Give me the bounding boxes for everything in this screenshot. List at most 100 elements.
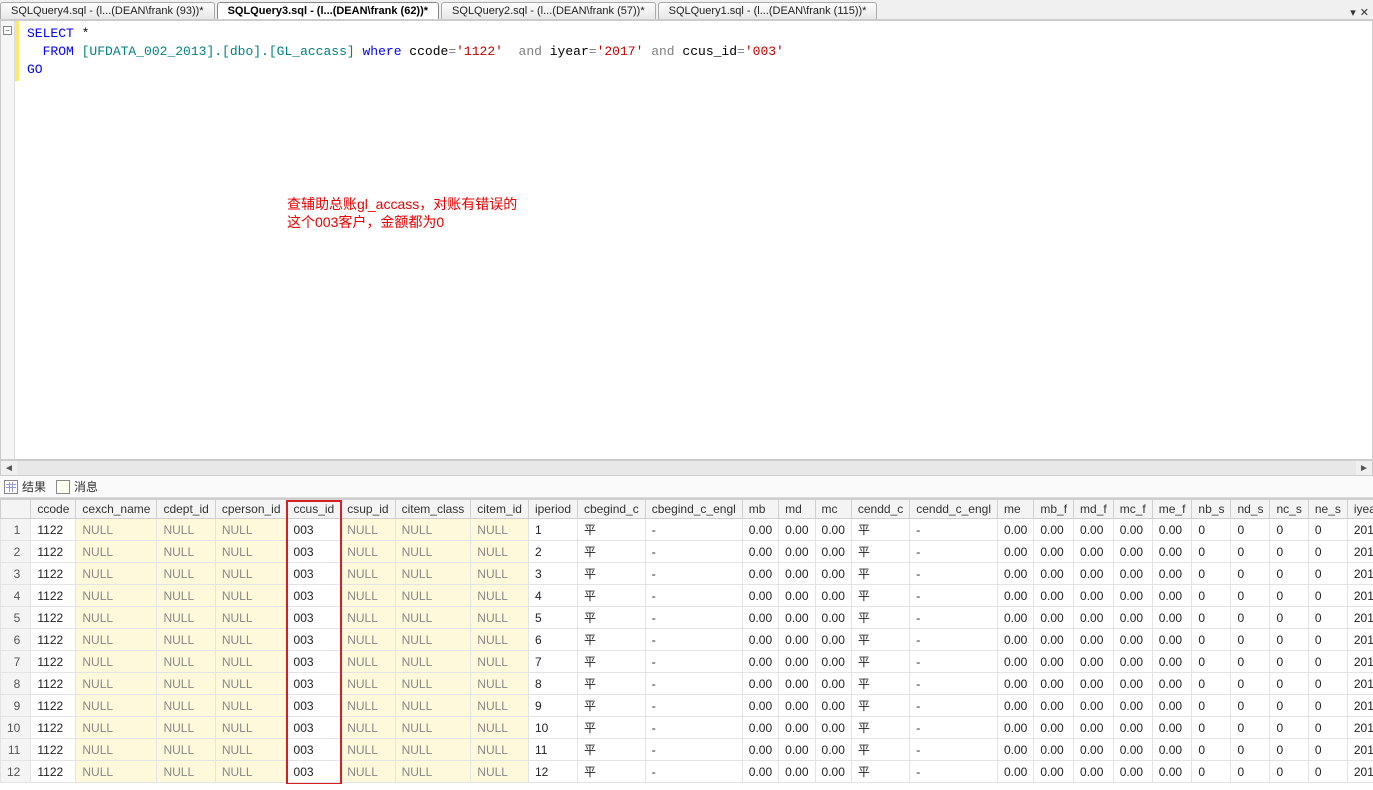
cell-md[interactable]: 0.00 xyxy=(779,519,815,541)
cell-citem_class[interactable]: NULL xyxy=(395,739,471,761)
cell-cendd_c_engl[interactable]: - xyxy=(910,717,998,739)
cell-cexch_name[interactable]: NULL xyxy=(76,761,157,783)
cell-citem_id[interactable]: NULL xyxy=(471,717,529,739)
cell-cdept_id[interactable]: NULL xyxy=(157,761,215,783)
cell-md[interactable]: 0.00 xyxy=(779,585,815,607)
cell-cdept_id[interactable]: NULL xyxy=(157,541,215,563)
cell-me_f[interactable]: 0.00 xyxy=(1152,673,1192,695)
cell-mb[interactable]: 0.00 xyxy=(742,673,778,695)
cell-iperiod[interactable]: 5 xyxy=(528,607,577,629)
cell-mb[interactable]: 0.00 xyxy=(742,761,778,783)
cell-ccode[interactable]: 1122 xyxy=(31,739,76,761)
cell-citem_id[interactable]: NULL xyxy=(471,695,529,717)
cell-cperson_id[interactable]: NULL xyxy=(215,761,287,783)
cell-cperson_id[interactable]: NULL xyxy=(215,607,287,629)
cell-nb_s[interactable]: 0 xyxy=(1192,761,1231,783)
cell-me_f[interactable]: 0.00 xyxy=(1152,761,1192,783)
document-tab-0[interactable]: SQLQuery4.sql - (l...(DEAN\frank (93))* xyxy=(0,2,215,19)
cell-ne_s[interactable]: 0 xyxy=(1308,519,1347,541)
cell-iyear[interactable]: 2017 xyxy=(1347,541,1373,563)
cell-mb_f[interactable]: 0.00 xyxy=(1034,739,1074,761)
cell-citem_class[interactable]: NULL xyxy=(395,563,471,585)
cell-cendd_c[interactable]: 平 xyxy=(851,519,909,541)
cell-citem_id[interactable]: NULL xyxy=(471,629,529,651)
cell-ne_s[interactable]: 0 xyxy=(1308,695,1347,717)
table-row[interactable]: 71122NULLNULLNULL003NULLNULLNULL7平-0.000… xyxy=(1,651,1373,673)
cell-citem_class[interactable]: NULL xyxy=(395,585,471,607)
table-row[interactable]: 51122NULLNULLNULL003NULLNULLNULL5平-0.000… xyxy=(1,607,1373,629)
column-header-mc[interactable]: mc xyxy=(815,500,851,519)
cell-iperiod[interactable]: 2 xyxy=(528,541,577,563)
cell-ne_s[interactable]: 0 xyxy=(1308,717,1347,739)
cell-me_f[interactable]: 0.00 xyxy=(1152,519,1192,541)
cell-citem_id[interactable]: NULL xyxy=(471,673,529,695)
column-header-mb_f[interactable]: mb_f xyxy=(1034,500,1074,519)
cell-cperson_id[interactable]: NULL xyxy=(215,695,287,717)
cell-cperson_id[interactable]: NULL xyxy=(215,563,287,585)
cell-ccode[interactable]: 1122 xyxy=(31,651,76,673)
cell-ccus_id[interactable]: 003 xyxy=(287,541,341,563)
cell-ne_s[interactable]: 0 xyxy=(1308,563,1347,585)
cell-citem_class[interactable]: NULL xyxy=(395,519,471,541)
cell-nc_s[interactable]: 0 xyxy=(1270,673,1308,695)
cell-cexch_name[interactable]: NULL xyxy=(76,739,157,761)
cell-csup_id[interactable]: NULL xyxy=(341,651,395,673)
editor-horizontal-scrollbar[interactable]: ◄ ► xyxy=(0,460,1373,476)
cell-cbegind_c[interactable]: 平 xyxy=(578,585,646,607)
row-number[interactable]: 12 xyxy=(1,761,31,783)
cell-mc[interactable]: 0.00 xyxy=(815,673,851,695)
cell-iyear[interactable]: 2017 xyxy=(1347,673,1373,695)
cell-ccus_id[interactable]: 003 xyxy=(287,519,341,541)
cell-mb_f[interactable]: 0.00 xyxy=(1034,695,1074,717)
cell-csup_id[interactable]: NULL xyxy=(341,761,395,783)
cell-me_f[interactable]: 0.00 xyxy=(1152,739,1192,761)
cell-iyear[interactable]: 2017 xyxy=(1347,739,1373,761)
cell-md_f[interactable]: 0.00 xyxy=(1074,761,1114,783)
cell-citem_class[interactable]: NULL xyxy=(395,607,471,629)
cell-md_f[interactable]: 0.00 xyxy=(1074,717,1114,739)
cell-nc_s[interactable]: 0 xyxy=(1270,761,1308,783)
cell-ccus_id[interactable]: 003 xyxy=(287,695,341,717)
cell-iperiod[interactable]: 8 xyxy=(528,673,577,695)
result-tab-results[interactable]: 结果 xyxy=(4,478,46,495)
cell-ne_s[interactable]: 0 xyxy=(1308,541,1347,563)
cell-me_f[interactable]: 0.00 xyxy=(1152,651,1192,673)
cell-mb_f[interactable]: 0.00 xyxy=(1034,563,1074,585)
column-header-cbegind_c[interactable]: cbegind_c xyxy=(578,500,646,519)
cell-citem_id[interactable]: NULL xyxy=(471,607,529,629)
cell-nb_s[interactable]: 0 xyxy=(1192,695,1231,717)
cell-cdept_id[interactable]: NULL xyxy=(157,739,215,761)
cell-mb_f[interactable]: 0.00 xyxy=(1034,585,1074,607)
cell-nd_s[interactable]: 0 xyxy=(1231,585,1270,607)
cell-csup_id[interactable]: NULL xyxy=(341,629,395,651)
cell-iyear[interactable]: 2017 xyxy=(1347,695,1373,717)
column-header-nd_s[interactable]: nd_s xyxy=(1231,500,1270,519)
cell-cendd_c[interactable]: 平 xyxy=(851,717,909,739)
cell-mb_f[interactable]: 0.00 xyxy=(1034,519,1074,541)
column-header-ccus_id[interactable]: ccus_id xyxy=(287,500,341,519)
cell-nb_s[interactable]: 0 xyxy=(1192,541,1231,563)
cell-me[interactable]: 0.00 xyxy=(997,563,1033,585)
cell-iyear[interactable]: 2017 xyxy=(1347,585,1373,607)
cell-ne_s[interactable]: 0 xyxy=(1308,739,1347,761)
cell-mc_f[interactable]: 0.00 xyxy=(1113,607,1152,629)
cell-cendd_c[interactable]: 平 xyxy=(851,673,909,695)
cell-me_f[interactable]: 0.00 xyxy=(1152,585,1192,607)
cell-mc_f[interactable]: 0.00 xyxy=(1113,695,1152,717)
row-number[interactable]: 10 xyxy=(1,717,31,739)
cell-me_f[interactable]: 0.00 xyxy=(1152,629,1192,651)
cell-nb_s[interactable]: 0 xyxy=(1192,607,1231,629)
cell-ccode[interactable]: 1122 xyxy=(31,629,76,651)
cell-ccode[interactable]: 1122 xyxy=(31,695,76,717)
cell-citem_class[interactable]: NULL xyxy=(395,629,471,651)
cell-nd_s[interactable]: 0 xyxy=(1231,761,1270,783)
cell-citem_id[interactable]: NULL xyxy=(471,651,529,673)
cell-cendd_c_engl[interactable]: - xyxy=(910,585,998,607)
cell-cexch_name[interactable]: NULL xyxy=(76,607,157,629)
cell-nc_s[interactable]: 0 xyxy=(1270,739,1308,761)
column-header-cendd_c[interactable]: cendd_c xyxy=(851,500,909,519)
cell-cexch_name[interactable]: NULL xyxy=(76,519,157,541)
cell-mb[interactable]: 0.00 xyxy=(742,739,778,761)
row-number[interactable]: 1 xyxy=(1,519,31,541)
tabs-close-icon[interactable]: ✕ xyxy=(1360,6,1369,19)
